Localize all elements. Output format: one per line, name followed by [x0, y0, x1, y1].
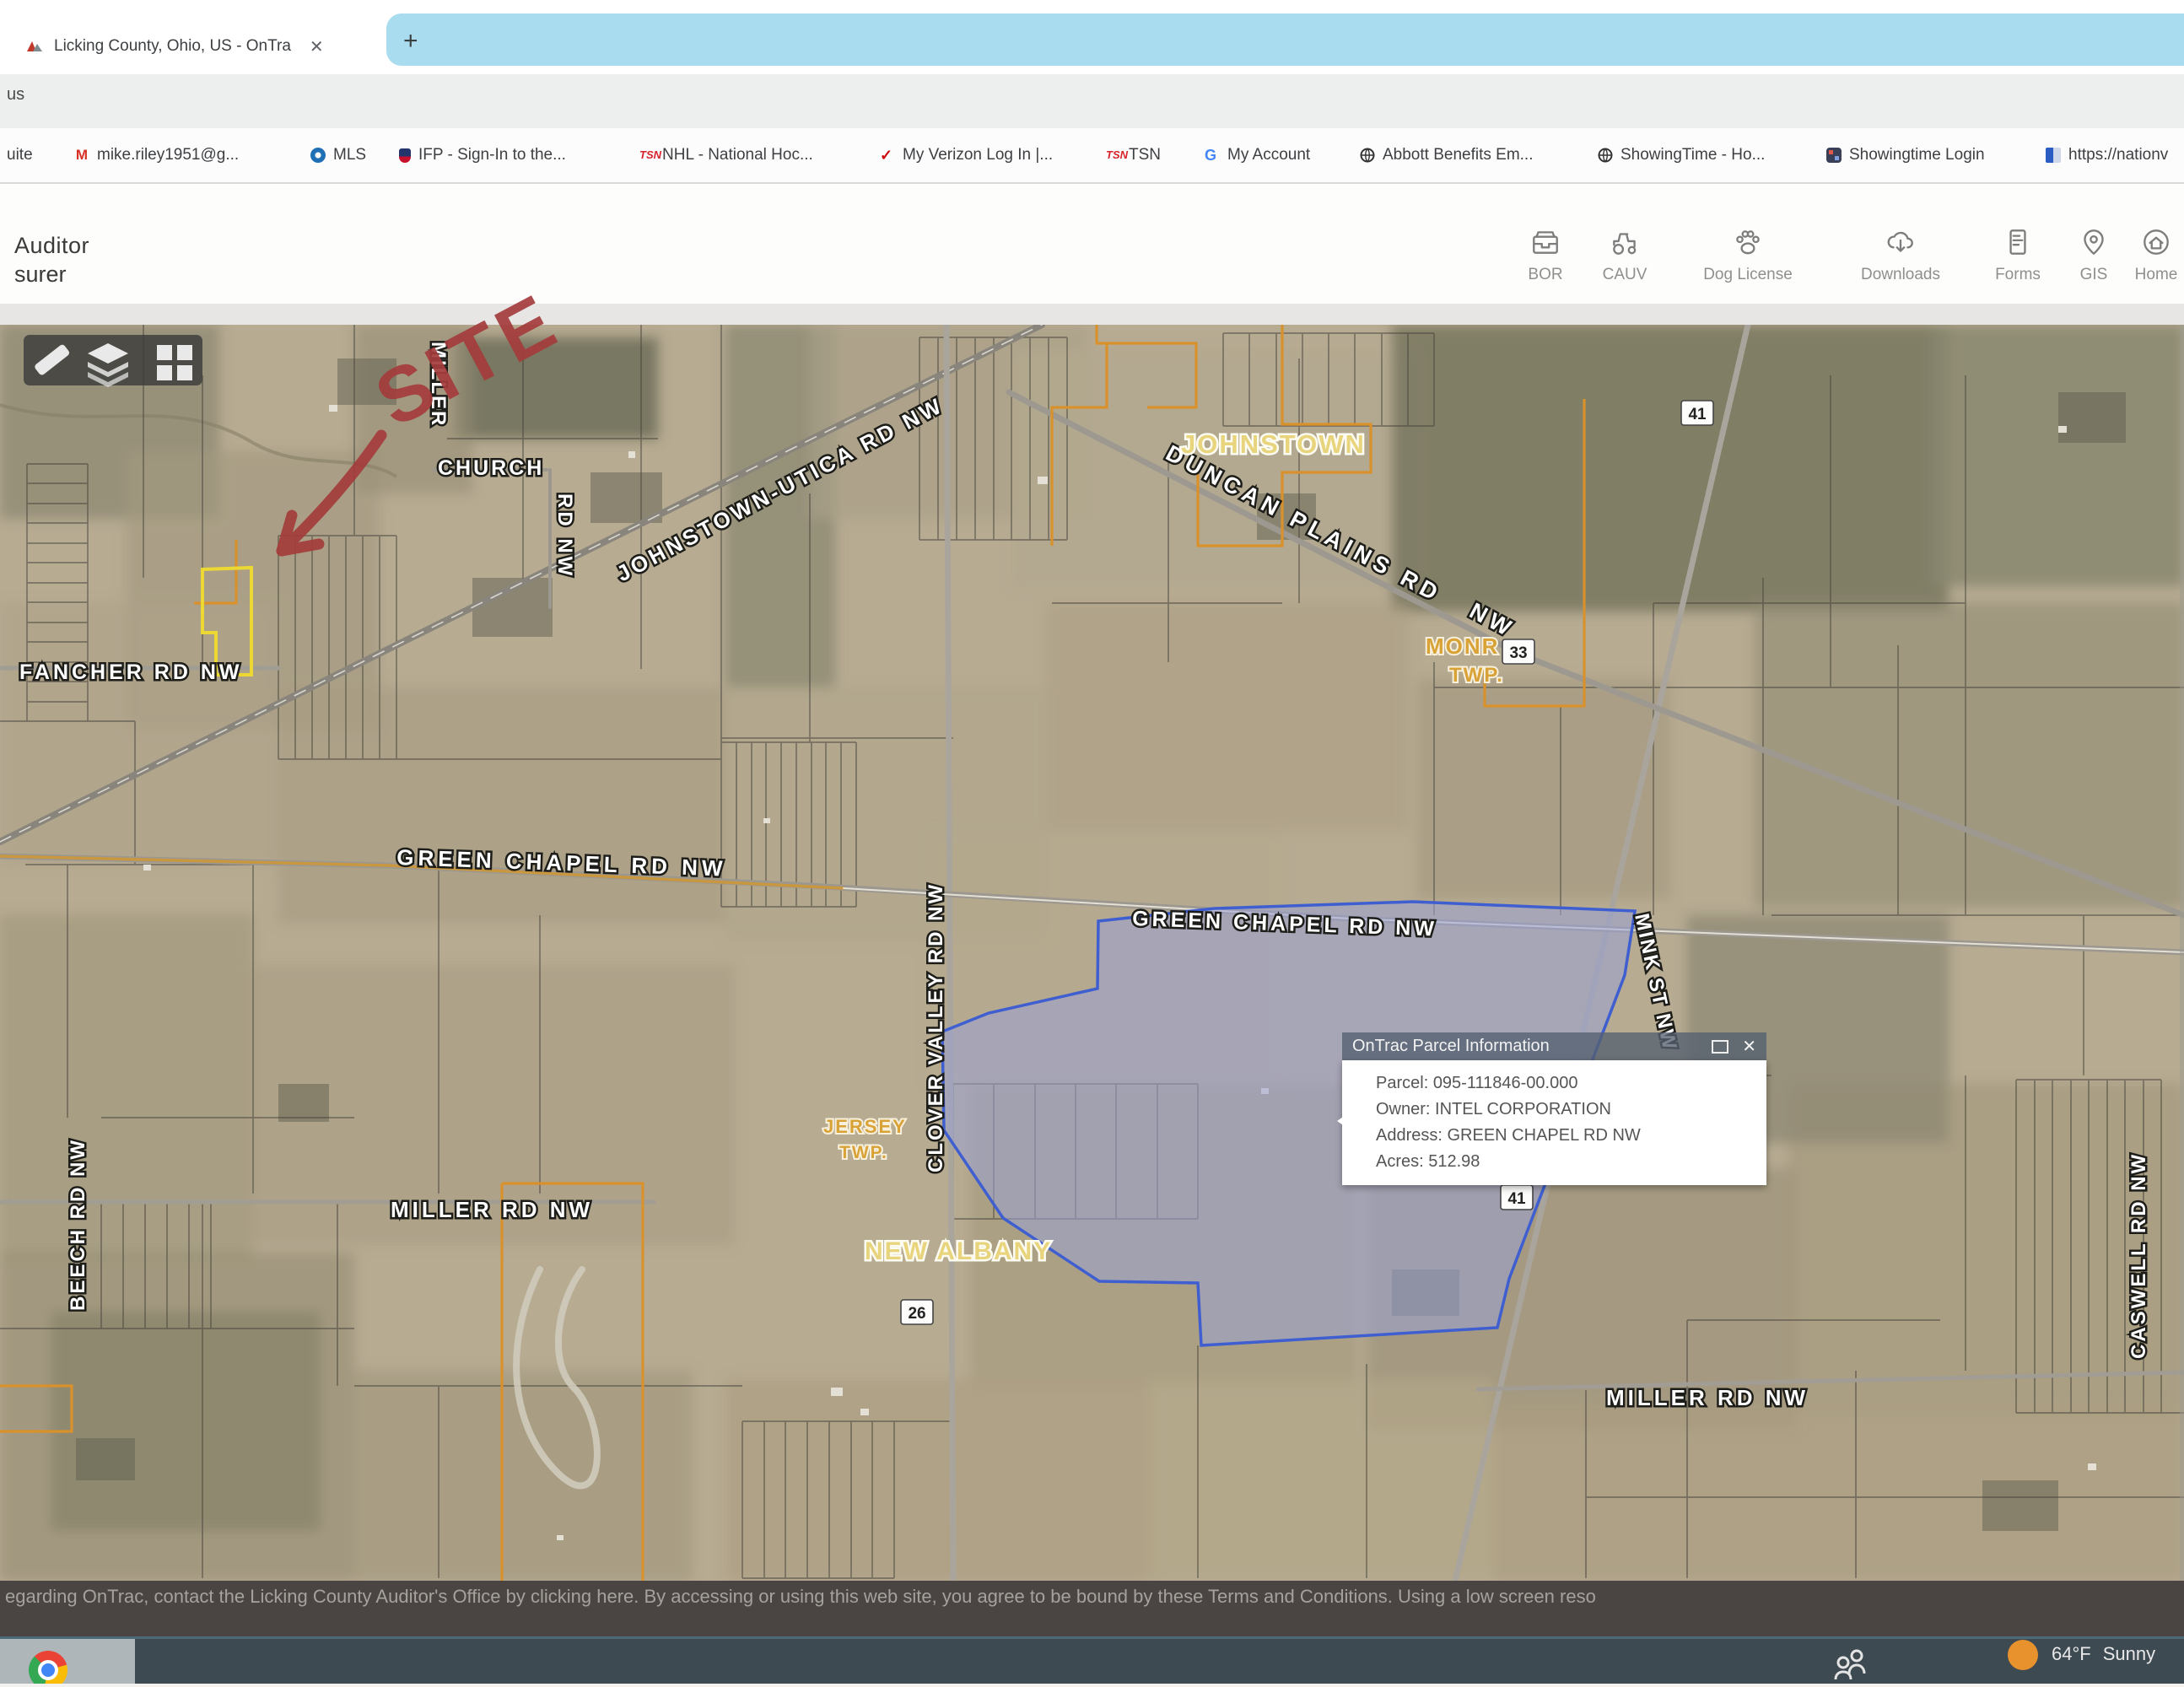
place-label-monroe-twp: TWP.	[1449, 664, 1504, 687]
scan-edge-artifact	[2180, 325, 2184, 1581]
bookmark-item[interactable]: uite	[7, 128, 33, 182]
bookmark-item[interactable]: https://nationv	[2046, 128, 2168, 182]
road-label: MILLER	[427, 342, 450, 427]
popup-title: OnTrac Parcel Information	[1352, 1037, 1550, 1056]
field-value: 095-111846-00.000	[1433, 1074, 1578, 1092]
gis-map-canvas[interactable]: JOHNSTOWN-UTICA RD NW CHURCH RD NW MILLE…	[0, 325, 2184, 1581]
nav-item-downloads[interactable]: Downloads	[1850, 226, 1951, 284]
nationwide-icon	[2046, 148, 2061, 163]
forms-icon	[2002, 226, 2034, 258]
field-label: Acres:	[1376, 1152, 1424, 1171]
bookmark-item[interactable]: GMy Account	[1205, 128, 1310, 182]
address-bar[interactable]	[0, 74, 2184, 128]
map-toolbar	[24, 335, 202, 387]
tab-strip-empty-area	[386, 13, 2184, 66]
header-title-line1: Auditor	[14, 233, 89, 259]
downloads-icon	[1885, 226, 1917, 258]
weather-temp: 64°F	[2052, 1643, 2091, 1665]
route-shield-41: 41	[1507, 1190, 1526, 1208]
maximize-icon[interactable]	[1712, 1040, 1728, 1054]
popup-body: Parcel: 095-111846-00.000 Owner: INTEL C…	[1342, 1060, 1766, 1185]
nav-item-dog-license[interactable]: Dog License	[1697, 226, 1798, 284]
nav-item-home[interactable]: Home	[2106, 226, 2184, 284]
place-label-monroe-twp: MONR	[1426, 633, 1499, 659]
route-shield-41: 41	[1688, 406, 1707, 423]
browser-tab[interactable]: Licking County, Ohio, US - OnTra ✕	[25, 25, 324, 67]
bookmark-item[interactable]: Abbott Benefits Em...	[1360, 128, 1533, 182]
header-title-line2: surer	[14, 261, 67, 288]
bookmark-item[interactable]: Mmike.riley1951@g...	[74, 128, 239, 182]
tab-strip: Licking County, Ohio, US - OnTra ✕ +	[0, 0, 2184, 74]
bookmarks-bar: uite Mmike.riley1951@g... MLS IFP - Sign…	[0, 128, 2184, 184]
field-value: GREEN CHAPEL RD NW	[1448, 1126, 1641, 1145]
dog-license-icon	[1732, 226, 1764, 258]
field-value: INTEL CORPORATION	[1435, 1100, 1611, 1118]
tab-title: Licking County, Ohio, US - OnTra	[54, 37, 291, 56]
verizon-icon: ✓	[880, 148, 895, 163]
place-label-johnstown: JOHNSTOWN	[1181, 429, 1366, 459]
cauv-icon	[1609, 226, 1641, 258]
new-tab-button[interactable]: +	[403, 29, 418, 54]
close-icon[interactable]: ✕	[1742, 1036, 1756, 1057]
weather-widget[interactable]: 64°F Sunny	[2052, 1643, 2155, 1665]
road-label: CASWELL RD NW	[2127, 1152, 2150, 1359]
county-site-header: Auditor surer BOR CAUV Dog License Downl…	[0, 184, 2184, 304]
field-label: Parcel:	[1376, 1074, 1428, 1092]
route-shield-26: 26	[908, 1305, 925, 1323]
bookmark-item[interactable]: TSNNHL - National Hoc...	[639, 128, 813, 182]
header-divider	[0, 304, 2184, 326]
road-label: RD NW	[553, 493, 576, 579]
scanned-screenshot-page: Licking County, Ohio, US - OnTra ✕ + us …	[0, 0, 2184, 1687]
nav-item-cauv[interactable]: CAUV	[1574, 226, 1675, 284]
tsn-icon: TSN	[639, 148, 655, 163]
bookmark-item[interactable]: MLS	[310, 128, 366, 182]
road-label: BEECH RD NW	[67, 1138, 89, 1311]
road-label: FANCHER RD NW	[19, 660, 243, 684]
road-label: MILLER RD NW	[391, 1197, 593, 1222]
weather-condition: Sunny	[2103, 1643, 2155, 1665]
bor-icon	[1529, 226, 1561, 258]
disclaimer-bar: egarding OnTrac, contact the Licking Cou…	[0, 1581, 2184, 1636]
showingtime-login-icon	[1826, 148, 1842, 163]
route-shield-33: 33	[1509, 644, 1527, 662]
mls-icon	[310, 148, 326, 163]
field-value: 512.98	[1428, 1152, 1480, 1171]
home-icon	[2140, 226, 2172, 258]
gmail-icon: M	[74, 148, 89, 163]
nfl-icon	[399, 148, 411, 163]
road-label: MILLER RD NW	[1606, 1385, 1809, 1410]
road-label: CHURCH	[438, 456, 544, 480]
bookmark-item[interactable]: IFP - Sign-In to the...	[399, 128, 566, 182]
bookmark-item[interactable]: TSNTSN	[1106, 128, 1161, 182]
url-text: us	[7, 85, 24, 105]
chrome-icon[interactable]	[29, 1651, 67, 1687]
bookmark-item[interactable]: ShowingTime - Ho...	[1598, 128, 1765, 182]
bookmark-item[interactable]: Showingtime Login	[1826, 128, 1985, 182]
road-label: CLOVER VALLEY RD NW	[925, 882, 947, 1172]
place-label-jersey-twp: JERSEY	[823, 1116, 907, 1137]
bookmark-item[interactable]: ✓My Verizon Log In |...	[880, 128, 1053, 182]
google-icon: G	[1205, 148, 1220, 163]
field-label: Owner:	[1376, 1100, 1430, 1118]
popup-header[interactable]: OnTrac Parcel Information ✕	[1342, 1032, 1766, 1060]
tsn-icon: TSN	[1106, 148, 1121, 163]
people-icon[interactable]	[1832, 1647, 1871, 1680]
globe-icon	[1360, 148, 1375, 163]
globe-icon	[1598, 148, 1613, 163]
field-label: Address:	[1376, 1126, 1443, 1145]
place-label-jersey-twp: TWP.	[839, 1143, 888, 1162]
scan-bottom-edge	[0, 1684, 2184, 1687]
tab-close-icon[interactable]: ✕	[310, 36, 324, 57]
sun-icon	[2008, 1640, 2038, 1670]
site-favicon-icon	[25, 38, 44, 55]
taskbar-left-block	[0, 1639, 135, 1687]
place-label-new-albany: NEW ALBANY	[865, 1237, 1052, 1265]
parcel-info-popup: OnTrac Parcel Information ✕ Parcel: 095-…	[1342, 1032, 1766, 1185]
